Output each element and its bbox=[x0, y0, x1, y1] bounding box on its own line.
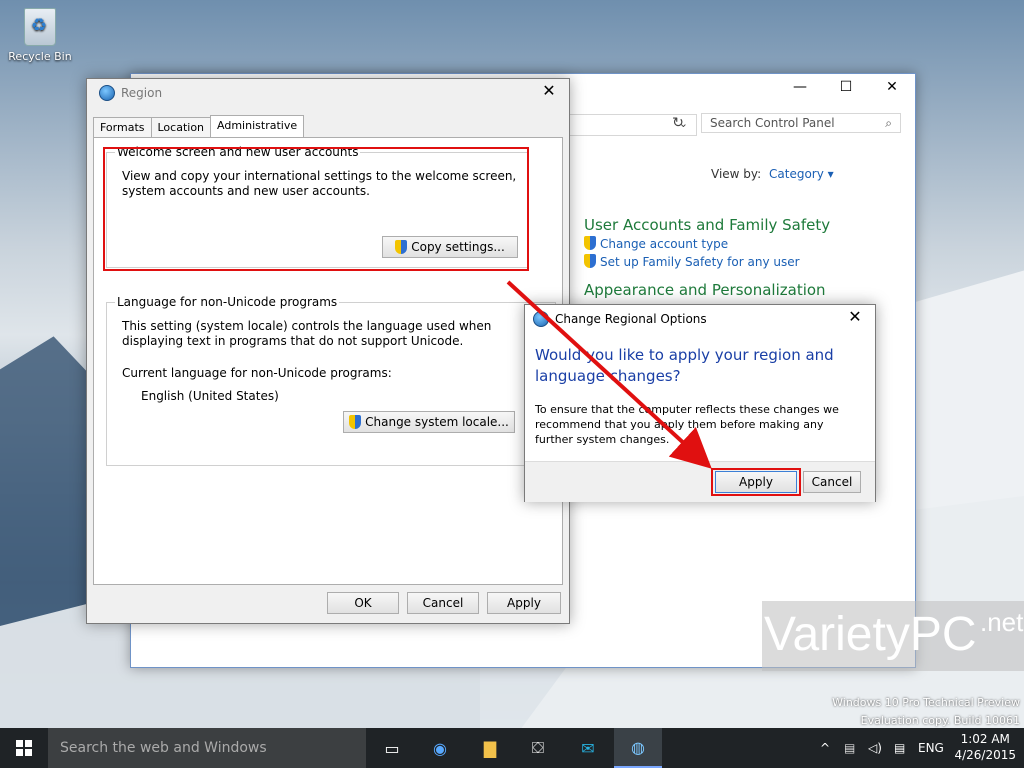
task-view-icon[interactable]: ▭ bbox=[368, 728, 416, 768]
action-center-icon[interactable]: ▤ bbox=[894, 728, 905, 768]
desktop-background: Recycle Bin — ☐ ✕ ⌄ ↻ Search Control Pan… bbox=[0, 0, 1024, 728]
taskbar-search-input[interactable]: Search the web and Windows bbox=[48, 728, 366, 768]
clock[interactable]: 1:02 AM 4/26/2015 bbox=[954, 731, 1016, 763]
tray-chevron-icon[interactable]: ^ bbox=[820, 728, 830, 768]
watermark-brand: VarietyPC bbox=[764, 608, 977, 661]
volume-icon[interactable]: ◁) bbox=[868, 728, 882, 768]
file-explorer-icon[interactable]: ▇ bbox=[466, 728, 514, 768]
taskbar: Search the web and Windows ▭ ◉ ▇ ⛋ ✉ ◍ ^… bbox=[0, 728, 1024, 768]
windows-version-text: Windows 10 Pro Technical Preview Evaluat… bbox=[832, 696, 1020, 727]
windows-logo-icon bbox=[16, 740, 32, 756]
region-app-icon[interactable]: ◍ bbox=[614, 728, 662, 768]
watermark: VarietyPC .net bbox=[762, 601, 1024, 671]
watermark-suffix: .net bbox=[980, 607, 1024, 637]
network-icon[interactable]: ▤ bbox=[844, 728, 855, 768]
outlook-icon[interactable]: ✉ bbox=[564, 728, 612, 768]
start-button[interactable] bbox=[0, 728, 48, 768]
store-icon[interactable]: ⛋ bbox=[514, 728, 562, 768]
browser-icon[interactable]: ◉ bbox=[416, 728, 464, 768]
language-indicator[interactable]: ENG bbox=[918, 728, 944, 768]
